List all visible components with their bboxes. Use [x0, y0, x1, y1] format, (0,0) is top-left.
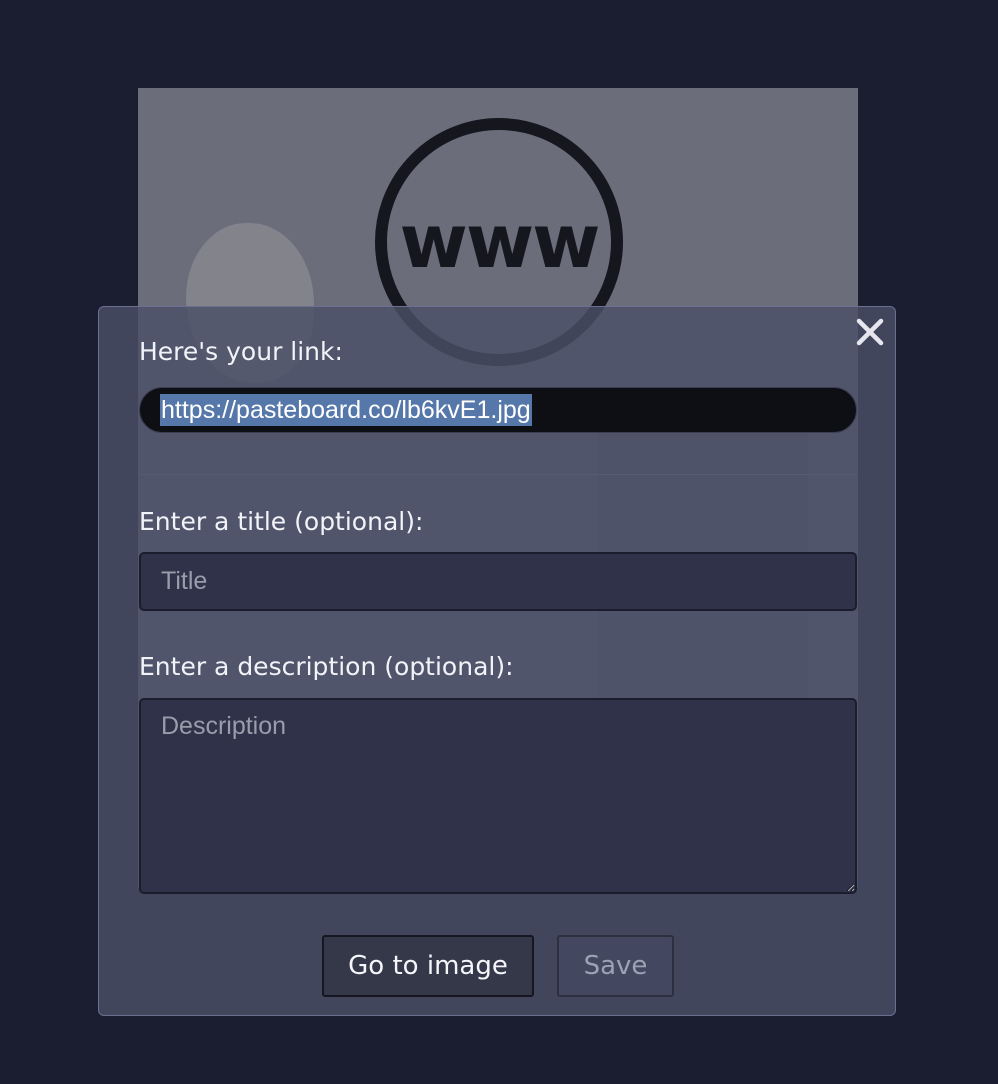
link-dialog: Here's your link: https://pasteboard.co/… — [98, 306, 896, 1016]
link-value-selected[interactable]: https://pasteboard.co/lb6kvE1.jpg — [160, 394, 532, 426]
title-label: Enter a title (optional): — [139, 507, 424, 536]
save-button[interactable]: Save — [557, 935, 674, 997]
divider — [139, 474, 857, 475]
close-icon — [856, 318, 884, 346]
page: www Here's your link: https://pasteboard… — [0, 0, 998, 1084]
close-button[interactable] — [853, 315, 887, 349]
link-field[interactable]: https://pasteboard.co/lb6kvE1.jpg — [139, 387, 857, 433]
title-input[interactable] — [139, 552, 857, 611]
link-label: Here's your link: — [139, 337, 343, 366]
description-textarea[interactable] — [139, 698, 857, 894]
description-label: Enter a description (optional): — [139, 652, 514, 681]
go-to-image-button[interactable]: Go to image — [322, 935, 534, 997]
